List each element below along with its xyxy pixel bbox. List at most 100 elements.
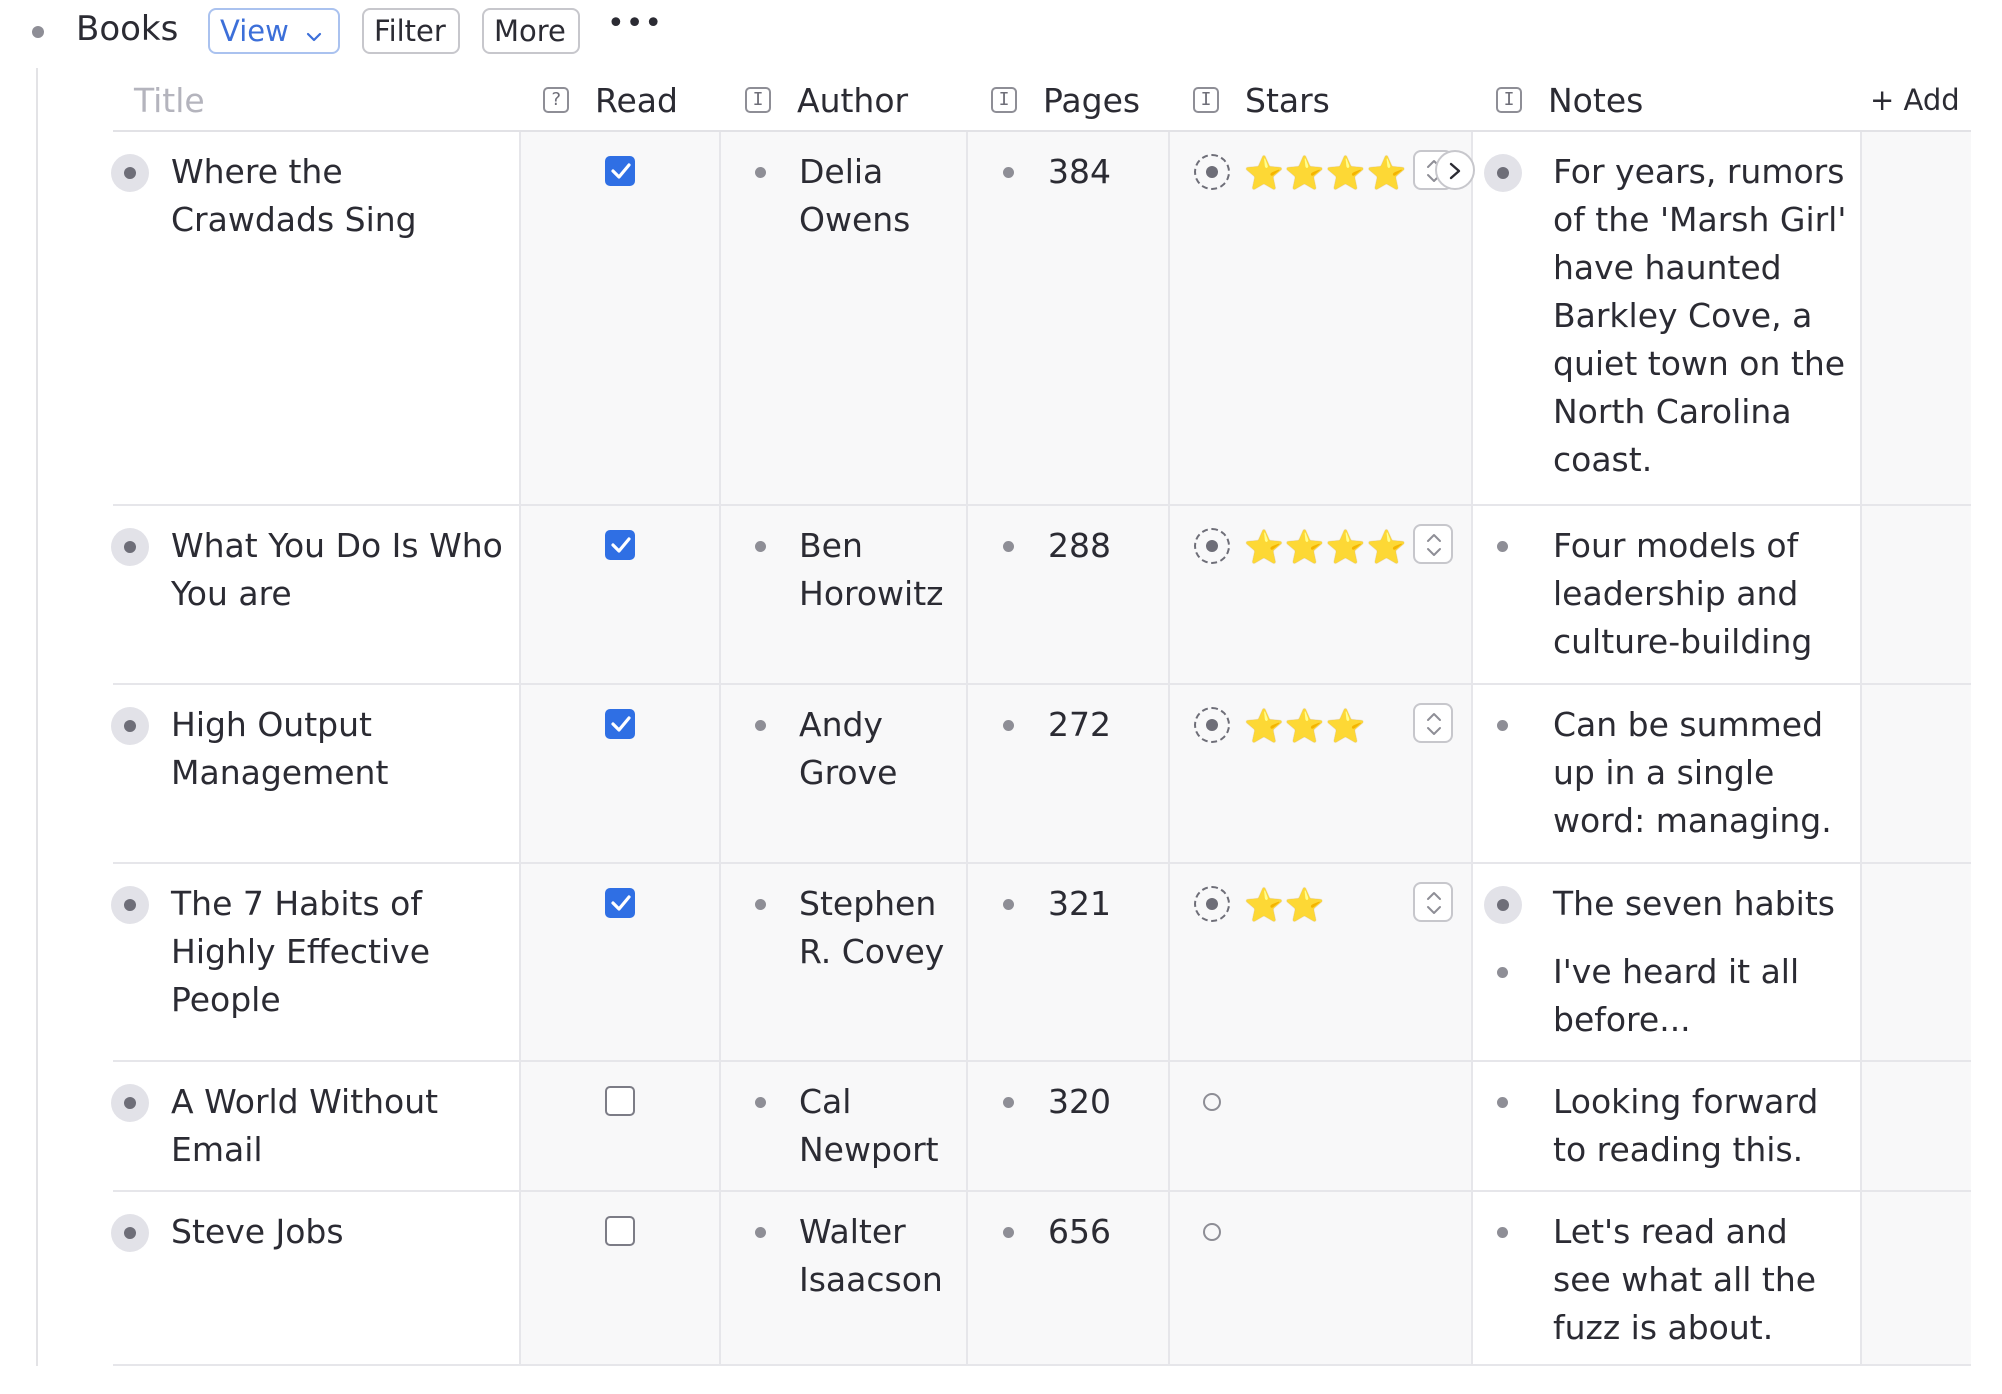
pages-cell[interactable]: 320	[1048, 1078, 1111, 1126]
filter-button-label: Filter	[374, 14, 446, 48]
pages-cell[interactable]: 656	[1048, 1208, 1111, 1256]
author-bullet-icon[interactable]	[755, 1097, 766, 1108]
star-rating[interactable]: ⭐⭐⭐⭐	[1244, 153, 1407, 193]
rating-stepper[interactable]	[1413, 882, 1453, 922]
stars-empty-bullet-icon[interactable]	[1203, 1093, 1221, 1111]
row-bullet-icon[interactable]	[111, 528, 149, 566]
column-header-author[interactable]: I Author	[745, 68, 908, 132]
row-bullet-icon[interactable]	[111, 154, 149, 192]
column-header-stars[interactable]: I Stars	[1193, 68, 1330, 132]
author-bullet-icon[interactable]	[755, 720, 766, 731]
title-cell[interactable]: Where the Crawdads Sing	[171, 148, 417, 244]
pages-bullet-icon[interactable]	[1003, 720, 1014, 731]
outline-bullet-icon[interactable]	[32, 26, 44, 38]
text-line: Looking forward	[1553, 1082, 1819, 1121]
author-cell[interactable]: Stephen R. Covey	[799, 880, 944, 976]
column-divider	[1860, 1192, 1862, 1366]
author-cell[interactable]: Delia Owens	[799, 148, 910, 244]
row-shade	[1862, 685, 1971, 864]
read-checkbox[interactable]	[605, 156, 635, 186]
stars-bullet-icon[interactable]	[1194, 154, 1230, 190]
checkmark-icon	[611, 895, 631, 911]
note-bullet-icon[interactable]	[1497, 967, 1508, 978]
read-checkbox[interactable]	[605, 709, 635, 739]
add-column-button[interactable]: + Add	[1870, 68, 1960, 132]
title-cell[interactable]: The 7 Habits of Highly Effective People	[171, 880, 430, 1024]
note-bullet-icon[interactable]	[1497, 541, 1508, 552]
read-checkbox[interactable]	[605, 1216, 635, 1246]
note-item[interactable]: For years, rumors of the 'Marsh Girl' have…	[1553, 148, 1846, 484]
note-item[interactable]: Can be summed up in a single word: managin…	[1553, 701, 1832, 845]
rating-stepper[interactable]	[1413, 524, 1453, 564]
star-rating[interactable]: ⭐⭐⭐⭐	[1244, 527, 1407, 567]
page-title[interactable]: Books	[76, 9, 178, 49]
pages-bullet-icon[interactable]	[1003, 167, 1014, 178]
column-header-title[interactable]: Title	[134, 68, 205, 132]
view-button[interactable]: View	[208, 8, 340, 54]
text-line: Highly Effective	[171, 932, 431, 971]
pages-cell[interactable]: 384	[1048, 148, 1111, 196]
stars-empty-bullet-icon[interactable]	[1203, 1223, 1221, 1241]
note-item[interactable]: Let's read and see what all the fuzz is ab…	[1553, 1208, 1816, 1352]
column-header-notes[interactable]: I Notes	[1496, 68, 1643, 132]
author-cell[interactable]: Cal Newport	[799, 1078, 939, 1174]
read-checkbox[interactable]	[605, 888, 635, 918]
read-checkbox[interactable]	[605, 530, 635, 560]
author-cell[interactable]: Walter Isaacson	[799, 1208, 943, 1304]
overflow-menu-icon[interactable]: •••	[607, 6, 663, 41]
title-cell[interactable]: High Output Management	[171, 701, 388, 797]
stars-bullet-icon[interactable]	[1194, 528, 1230, 564]
pages-cell[interactable]: 288	[1048, 522, 1111, 570]
column-title-label: Title	[134, 80, 205, 120]
pages-bullet-icon[interactable]	[1003, 1227, 1014, 1238]
star-rating[interactable]: ⭐⭐	[1244, 885, 1326, 925]
title-cell[interactable]: Steve Jobs	[171, 1208, 344, 1256]
rating-stepper[interactable]	[1413, 703, 1453, 743]
note-item[interactable]: Four models of leadership and culture-buil…	[1553, 522, 1812, 666]
note-item[interactable]: Looking forward to reading this.	[1553, 1078, 1818, 1174]
read-checkbox[interactable]	[605, 1086, 635, 1116]
text-line: up in a single	[1553, 753, 1775, 792]
star-rating[interactable]: ⭐⭐⭐	[1244, 706, 1367, 746]
filter-button[interactable]: Filter	[362, 8, 460, 54]
pages-bullet-icon[interactable]	[1003, 899, 1014, 910]
column-divider	[519, 506, 521, 685]
page-header: Books View Filter More •••	[0, 0, 2002, 66]
stars-bullet-icon[interactable]	[1194, 707, 1230, 743]
row-bullet-icon[interactable]	[111, 1214, 149, 1252]
text-line: Crawdads Sing	[171, 200, 417, 239]
row-bullet-icon[interactable]	[111, 707, 149, 745]
row-shade	[521, 1062, 1471, 1192]
column-divider	[519, 864, 521, 1062]
title-cell[interactable]: A World Without Email	[171, 1078, 438, 1174]
stars-bullet-icon[interactable]	[1194, 886, 1230, 922]
note-bullet-icon[interactable]	[1484, 154, 1522, 192]
pages-cell[interactable]: 272	[1048, 701, 1111, 749]
author-bullet-icon[interactable]	[755, 167, 766, 178]
row-bullet-icon[interactable]	[111, 886, 149, 924]
note-bullet-icon[interactable]	[1484, 886, 1522, 924]
author-bullet-icon[interactable]	[755, 899, 766, 910]
column-header-pages[interactable]: I Pages	[991, 68, 1140, 132]
more-button[interactable]: More	[482, 8, 580, 54]
author-cell[interactable]: Ben Horowitz	[799, 522, 943, 618]
column-header-read[interactable]: ? Read	[543, 68, 678, 132]
text-line: People	[171, 980, 281, 1019]
note-bullet-icon[interactable]	[1497, 1227, 1508, 1238]
text-line: For years, rumors	[1553, 152, 1845, 191]
row-bullet-icon[interactable]	[111, 1084, 149, 1122]
note-item[interactable]: I've heard it all before...	[1553, 948, 1799, 1044]
pages-bullet-icon[interactable]	[1003, 541, 1014, 552]
author-cell[interactable]: Andy Grove	[799, 701, 897, 797]
table-row: High Output Management Andy Grove 272 ⭐⭐⭐ Can …	[111, 685, 1971, 864]
pages-bullet-icon[interactable]	[1003, 1097, 1014, 1108]
author-bullet-icon[interactable]	[755, 541, 766, 552]
title-cell[interactable]: What You Do Is Who You are	[171, 522, 503, 618]
note-bullet-icon[interactable]	[1497, 1097, 1508, 1108]
note-bullet-icon[interactable]	[1497, 720, 1508, 731]
note-item[interactable]: The seven habits	[1553, 880, 1835, 928]
author-bullet-icon[interactable]	[755, 1227, 766, 1238]
pages-cell[interactable]: 321	[1048, 880, 1111, 928]
expand-cell-button[interactable]	[1435, 150, 1475, 190]
column-divider	[966, 506, 968, 685]
